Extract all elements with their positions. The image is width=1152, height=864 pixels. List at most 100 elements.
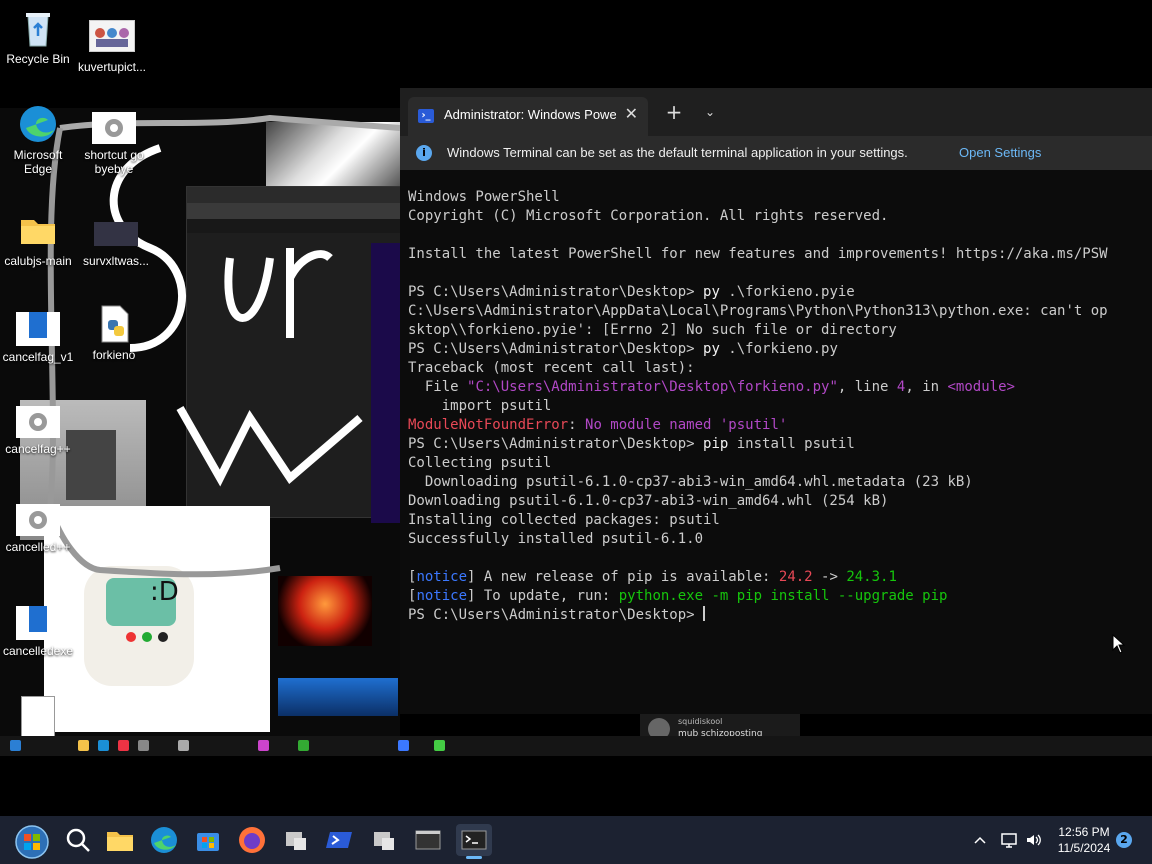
console-app-button[interactable]: [412, 824, 444, 856]
console-line: File "C:\Users\Administrator\Desktop\for…: [408, 378, 1152, 397]
taskbar: 12:56 PM 11/5/2024: [0, 816, 1152, 864]
console-line: PS C:\Users\Administrator\Desktop> py .\…: [408, 340, 1152, 359]
svg-text::D: :D: [150, 577, 179, 607]
console-text: Traceback (most recent call last):: [408, 360, 695, 376]
icon-label: cancelledexe: [2, 644, 74, 658]
console-line: Copyright (C) Microsoft Corporation. All…: [408, 207, 1152, 226]
console-text: Collecting psutil: [408, 455, 552, 471]
remote-start-icon: [10, 740, 21, 751]
console-text: , in: [905, 379, 948, 395]
start-button[interactable]: [14, 824, 49, 859]
console-text: 24.3.1: [846, 569, 897, 585]
desktop-icon-recycle-bin[interactable]: Recycle Bin: [0, 8, 78, 66]
system-clock[interactable]: 12:56 PM 11/5/2024: [1056, 824, 1112, 856]
gear-icon: [92, 112, 136, 144]
console-text: notice: [416, 569, 468, 585]
remote-taskbar: [0, 736, 1152, 756]
console-text: install psutil: [728, 436, 855, 452]
info-icon: i: [416, 145, 432, 161]
clock-time: 12:56 PM: [1058, 825, 1110, 839]
vm-app-button[interactable]: [280, 824, 312, 856]
console-line: Successfully installed psutil-6.1.0: [408, 530, 1152, 549]
console-output[interactable]: Windows PowerShell Copyright (C) Microsof…: [408, 188, 1152, 708]
remote-app-icon: [118, 740, 129, 751]
powershell-button[interactable]: [324, 824, 356, 856]
search-button[interactable]: [62, 824, 94, 856]
document-icon: [16, 606, 60, 640]
desktop-icon-cancelledexe[interactable]: cancelledexe: [0, 602, 78, 658]
console-text: import psutil: [408, 398, 552, 414]
desktop-icon-kuvertupict[interactable]: kuvertupict...: [72, 20, 152, 74]
chevron-down-icon[interactable]: ⌄: [698, 100, 722, 124]
console-text: Install the latest PowerShell for new fe…: [408, 246, 1108, 262]
icon-label: Recycle Bin: [6, 52, 70, 66]
console-text: C:\Users\Administrator\AppData\Local\Pro…: [408, 303, 1108, 319]
console-line: import psutil: [408, 397, 1152, 416]
picture-thumbnail-icon: [94, 222, 138, 246]
desktop-icon-survxltwas[interactable]: survxltwas...: [76, 222, 156, 268]
console-text: .\forkieno.pyie: [719, 284, 855, 300]
store-icon: [197, 833, 219, 851]
console-text: ] A new release of pip is available:: [467, 569, 779, 585]
desktop-icon-forkieno[interactable]: forkieno: [74, 304, 154, 362]
console-line: Collecting psutil: [408, 454, 1152, 473]
folder-icon: [18, 210, 58, 250]
console-text: py: [703, 284, 720, 300]
console-line: PS C:\Users\Administrator\Desktop> pip i…: [408, 435, 1152, 454]
folder-icon: [107, 832, 133, 851]
icon-label: forkieno: [92, 348, 136, 362]
desktop-icon-cancelfag-plusplus[interactable]: cancelfag++: [0, 406, 78, 456]
network-icon[interactable]: [1000, 831, 1018, 849]
console-line: [notice] To update, run: python.exe -m p…: [408, 587, 1152, 606]
terminal-tab[interactable]: ›_ Administrator: Windows PowerShell ✕: [408, 97, 648, 136]
tab-title: Administrator: Windows PowerShell: [444, 107, 616, 122]
gear-icon: [16, 504, 60, 536]
terminal-icon: [461, 830, 487, 850]
python-file-icon: [94, 304, 134, 344]
mouse-pointer-icon: [1112, 634, 1126, 654]
firefox-button[interactable]: [236, 824, 268, 856]
console-text: ] To update, run:: [467, 588, 619, 604]
chevron-up-icon[interactable]: [972, 832, 988, 848]
desktop-icon-calubjs-main[interactable]: calubjs-main: [0, 210, 78, 268]
desktop-icon-cancelfag-v1[interactable]: cancelfag_v1: [0, 308, 78, 364]
clock-date: 11/5/2024: [1057, 841, 1111, 855]
store-button[interactable]: [192, 824, 224, 856]
console-text: ->: [812, 569, 847, 585]
notification-sender: squidiskool: [678, 717, 723, 726]
console-text: , line: [837, 379, 897, 395]
windows-orb-icon: [15, 825, 49, 859]
tab-close-icon[interactable]: ✕: [625, 104, 638, 123]
remote-app-icon: [178, 740, 189, 751]
notification-badge[interactable]: 2: [1116, 832, 1132, 848]
console-line: C:\Users\Administrator\AppData\Local\Pro…: [408, 302, 1152, 321]
icon-label: cancelfag_v1: [2, 350, 74, 364]
console-text: Windows PowerShell: [408, 189, 560, 205]
vm-app-button-2[interactable]: [368, 824, 400, 856]
console-line: PS C:\Users\Administrator\Desktop> py .\…: [408, 283, 1152, 302]
console-line: Installing collected packages: psutil: [408, 511, 1152, 530]
infobar-message: Windows Terminal can be set as the defau…: [447, 145, 908, 160]
console-line: Downloading psutil-6.1.0-cp37-abi3-win_a…: [408, 473, 1152, 492]
edge-button[interactable]: [148, 824, 180, 856]
console-line: ModuleNotFoundError: No module named 'ps…: [408, 416, 1152, 435]
console-text: notice: [416, 588, 468, 604]
terminal-window[interactable]: ›_ Administrator: Windows PowerShell ✕ +…: [400, 88, 1152, 714]
edge-icon: [151, 827, 177, 853]
default-terminal-infobar: i Windows Terminal can be set as the def…: [400, 136, 1152, 170]
remote-app-icon: [398, 740, 409, 751]
firefox-icon: [239, 827, 265, 853]
file-explorer-button[interactable]: [104, 824, 136, 856]
console-text: Downloading psutil-6.1.0-cp37-abi3-win_a…: [408, 474, 973, 490]
desktop-icon-cancelled-plusplus[interactable]: cancelled++: [0, 504, 78, 554]
new-tab-button[interactable]: +: [662, 100, 686, 124]
powershell-icon: [326, 832, 352, 848]
computer-icon: [286, 832, 306, 850]
volume-icon[interactable]: [1024, 831, 1042, 849]
console-text: Installing collected packages: psutil: [408, 512, 720, 528]
desktop-icon-shortcut-go-byebye[interactable]: shortcut go byebye: [74, 112, 154, 176]
open-settings-link[interactable]: Open Settings: [959, 145, 1041, 160]
terminal-button-active[interactable]: [456, 824, 492, 859]
desktop-icon-microsoft-edge[interactable]: Microsoft Edge: [0, 104, 78, 176]
